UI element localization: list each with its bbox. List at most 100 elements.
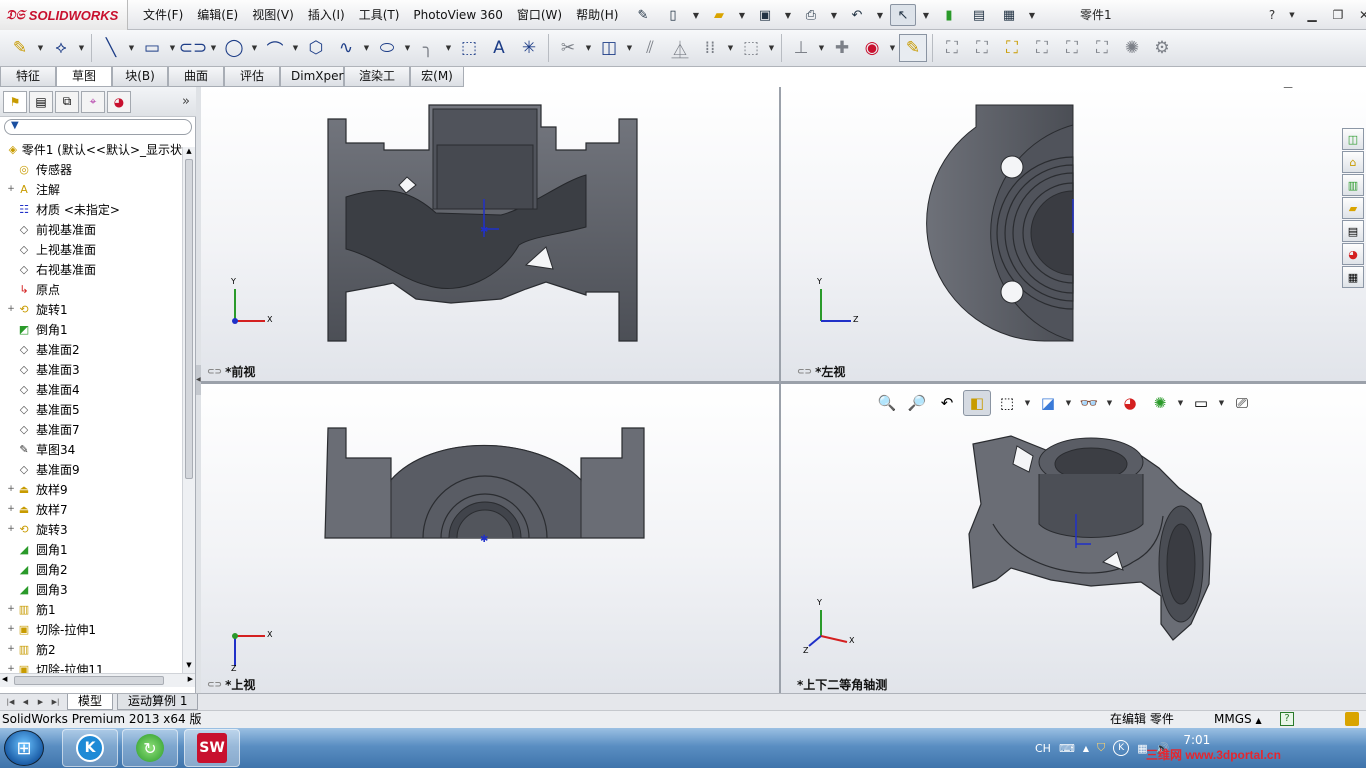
- menu-insert[interactable]: 插入(I): [301, 0, 352, 30]
- tree-item[interactable]: ↳ 原点: [0, 279, 182, 299]
- open-folder-icon[interactable]: ▰: [706, 4, 732, 26]
- insert-block-icon[interactable]: ⛶: [1058, 34, 1086, 62]
- appearances-icon[interactable]: ◕: [1342, 243, 1364, 265]
- file-explorer-icon[interactable]: ▰: [1342, 197, 1364, 219]
- tab-features[interactable]: 特征: [0, 67, 56, 87]
- tree-item[interactable]: + A 注解: [0, 179, 182, 199]
- previous-tab-icon[interactable]: ◀: [18, 695, 33, 709]
- rapid-sketch-icon[interactable]: ◉: [858, 34, 886, 62]
- chevron-down-icon[interactable]: ▼: [874, 4, 886, 26]
- view-palette-icon[interactable]: ▤: [1342, 220, 1364, 242]
- line-icon[interactable]: ╲: [97, 34, 125, 62]
- new-document-icon[interactable]: ▯: [660, 4, 686, 26]
- pattern-icon[interactable]: ⁞⁞: [696, 34, 724, 62]
- trim-icon[interactable]: ✂: [554, 34, 582, 62]
- save-icon[interactable]: ▣: [752, 4, 778, 26]
- point-icon[interactable]: ✳: [515, 34, 543, 62]
- tree-item[interactable]: ◎ 传感器: [0, 159, 182, 179]
- close-icon[interactable]: ✕: [1318, 87, 1327, 88]
- rebuild-icon[interactable]: ▮: [936, 4, 962, 26]
- expand-toggle-icon[interactable]: +: [6, 604, 16, 614]
- relations-icon[interactable]: ⊥: [787, 34, 815, 62]
- tree-item[interactable]: + ⏏ 放样9: [0, 479, 182, 499]
- expand-toggle-icon[interactable]: +: [6, 184, 16, 194]
- tree-item[interactable]: ◇ 基准面2: [0, 339, 182, 359]
- units-selector[interactable]: MMGS ▲: [1214, 711, 1262, 729]
- chevron-up-icon[interactable]: ▲: [1083, 744, 1089, 753]
- chevron-down-icon[interactable]: ▼: [690, 4, 702, 26]
- scroll-up-arrow[interactable]: ▲: [183, 147, 195, 159]
- chevron-down-icon[interactable]: ▼: [362, 34, 371, 62]
- next-tab-icon[interactable]: ▶: [33, 695, 48, 709]
- tree-item[interactable]: ☷ 材质 <未指定>: [0, 199, 182, 219]
- move-entities-icon[interactable]: ⬚: [737, 34, 765, 62]
- rebuild-block-icon[interactable]: ✺: [1118, 34, 1146, 62]
- tree-item[interactable]: ◇ 基准面7: [0, 419, 182, 439]
- chevron-down-icon[interactable]: ▼: [1064, 389, 1073, 417]
- tree-item[interactable]: ◢ 圆角3: [0, 579, 182, 599]
- start-button[interactable]: ⊞: [4, 730, 44, 766]
- spline-icon[interactable]: ∿: [332, 34, 360, 62]
- sketch-icon[interactable]: ✎: [6, 34, 34, 62]
- tree-item[interactable]: ◢ 圆角1: [0, 539, 182, 559]
- property-manager-tab-icon[interactable]: ▤: [29, 90, 53, 113]
- tab-render-tools[interactable]: 渲染工具: [344, 67, 410, 102]
- tab-dimxpert[interactable]: DimXpert: [280, 67, 348, 87]
- convert-entities-icon[interactable]: ◫: [595, 34, 623, 62]
- view-settings-icon[interactable]: ▭: [1187, 390, 1215, 416]
- taskbar-app-browser[interactable]: ↻: [122, 729, 178, 767]
- chevron-down-icon[interactable]: ▼: [625, 34, 634, 62]
- menu-photoview[interactable]: PhotoView 360: [406, 0, 509, 30]
- tab-surfaces[interactable]: 曲面: [168, 67, 224, 87]
- minimize-icon[interactable]: ▁: [1302, 5, 1322, 25]
- edit-appearance-icon[interactable]: ◕: [1116, 390, 1144, 416]
- tree-item[interactable]: + ⏏ 放样7: [0, 499, 182, 519]
- rebuild-status-icon[interactable]: [1345, 712, 1359, 726]
- tree-item[interactable]: + ▣ 切除-拉伸11: [0, 659, 182, 674]
- tree-item[interactable]: ◇ 右视基准面: [0, 259, 182, 279]
- menu-window[interactable]: 窗口(W): [510, 0, 569, 30]
- menu-tools[interactable]: 工具(T): [352, 0, 407, 30]
- custom-properties-icon[interactable]: ▦: [1342, 266, 1364, 288]
- chevron-down-icon[interactable]: ▼: [36, 34, 45, 62]
- tree-vertical-scrollbar[interactable]: ▲ ▼: [182, 147, 195, 673]
- expand-toggle-icon[interactable]: +: [6, 304, 16, 314]
- first-tab-icon[interactable]: |◀: [3, 695, 18, 709]
- explode-sketch-icon[interactable]: ⛶: [1028, 34, 1056, 62]
- menu-edit[interactable]: 编辑(E): [190, 0, 245, 30]
- chevron-down-icon[interactable]: ▼: [403, 34, 412, 62]
- chevron-down-icon[interactable]: ▼: [1026, 4, 1038, 26]
- instant2d-icon[interactable]: ✎: [899, 34, 927, 62]
- help-icon[interactable]: ?: [1262, 5, 1282, 25]
- apply-scene-icon[interactable]: ✺: [1146, 390, 1174, 416]
- pin-icon[interactable]: ✎: [630, 4, 656, 26]
- hide-show-items-icon[interactable]: 👓: [1075, 390, 1103, 416]
- viewport-front[interactable]: ✱ Y X ⊂⊃ *前视: [201, 87, 779, 381]
- tab-motion-study[interactable]: 运动算例 1: [117, 694, 199, 710]
- tree-item[interactable]: ◇ 基准面9: [0, 459, 182, 479]
- expand-toggle-icon[interactable]: +: [6, 624, 16, 634]
- tab-macro[interactable]: 宏(M): [410, 67, 464, 87]
- design-library-icon[interactable]: ▥: [1342, 174, 1364, 196]
- undo-icon[interactable]: ↶: [844, 4, 870, 26]
- restore-icon[interactable]: ❐: [1328, 5, 1348, 25]
- tree-horizontal-scrollbar[interactable]: ◀ ▶: [0, 673, 195, 687]
- keyboard-icon[interactable]: ⌨: [1059, 742, 1075, 755]
- restore-icon[interactable]: ❐: [1300, 87, 1310, 88]
- chevron-down-icon[interactable]: ▼: [127, 34, 136, 62]
- ellipse-icon[interactable]: ⬭: [373, 34, 401, 62]
- text-icon[interactable]: A: [485, 34, 513, 62]
- chevron-down-icon[interactable]: ▼: [817, 34, 826, 62]
- chevron-down-icon[interactable]: ▼: [584, 34, 593, 62]
- save-block-icon[interactable]: ⛶: [1088, 34, 1116, 62]
- tree-item[interactable]: ◈ 零件1 (默认<<默认>_显示状: [0, 139, 182, 159]
- scroll-right-arrow[interactable]: ▶: [188, 675, 193, 683]
- display-style-icon[interactable]: ◪: [1034, 390, 1062, 416]
- scroll-thumb[interactable]: [185, 159, 193, 479]
- close-icon[interactable]: ✕: [1354, 5, 1366, 25]
- dimxpert-manager-tab-icon[interactable]: ⌖: [81, 90, 105, 113]
- tree-item[interactable]: ◇ 基准面4: [0, 379, 182, 399]
- expand-toggle-icon[interactable]: +: [6, 484, 16, 494]
- tree-item[interactable]: + ⟲ 旋转1: [0, 299, 182, 319]
- viewport-vertical-splitter[interactable]: [779, 87, 781, 693]
